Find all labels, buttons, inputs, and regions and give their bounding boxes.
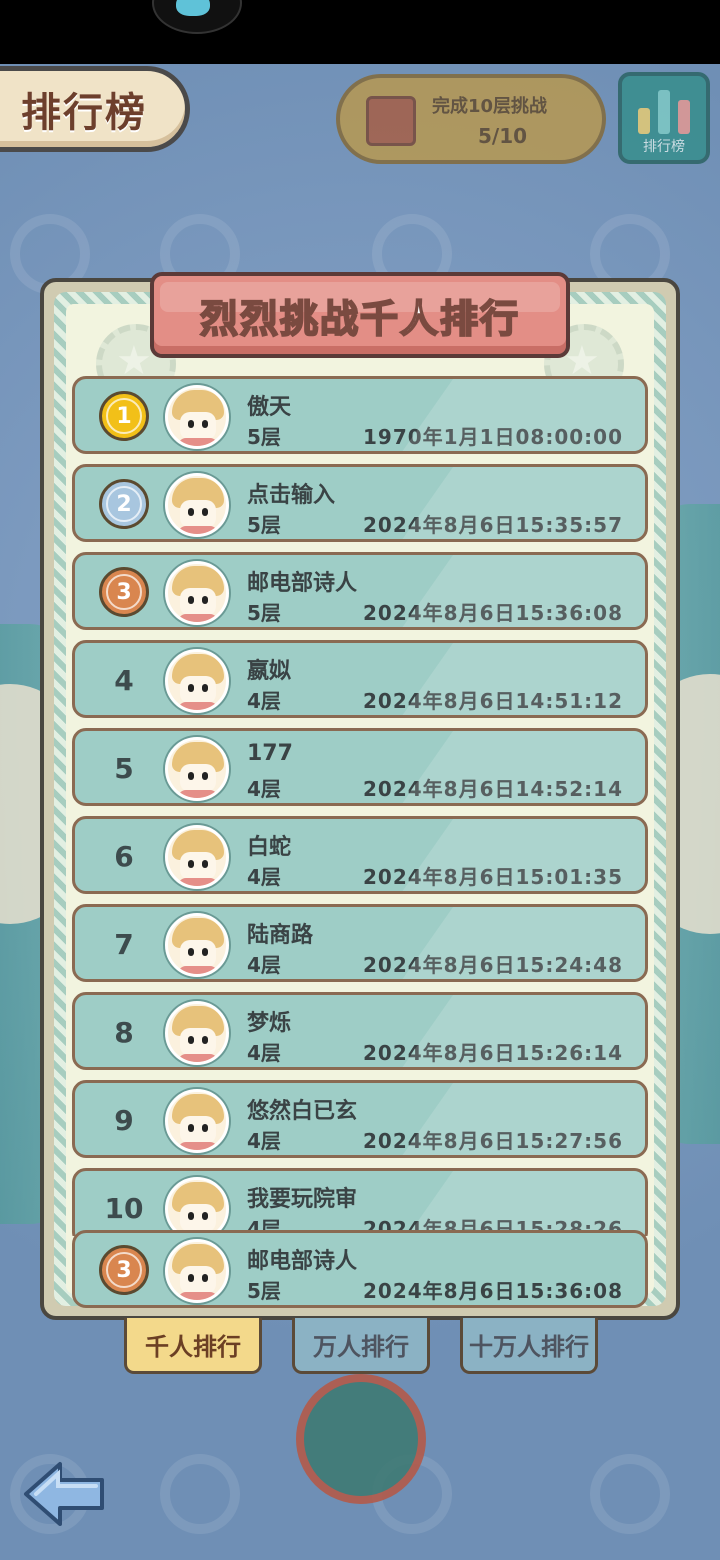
avatar-icon: [165, 1239, 229, 1303]
player-name: 傲天: [247, 395, 292, 420]
back-arrow-icon[interactable]: [22, 1458, 108, 1530]
player-time: 2024年8月6日15:36:08: [363, 1279, 623, 1303]
bronze-medal-icon: 3: [99, 567, 149, 617]
player-floor: 4层: [247, 689, 281, 713]
page-title-banner: 排行榜: [0, 66, 190, 152]
stats-label: 排行榜: [643, 139, 685, 155]
leaderboard-title-banner: 烈烈挑战千人排行: [150, 272, 570, 358]
avatar-icon: [165, 913, 229, 977]
rank-number: 5: [114, 752, 134, 785]
ranking-row: 1 傲天 5层 1970年1月1日08:00:00: [72, 376, 648, 454]
player-time: 1970年1月1日08:00:00: [363, 425, 623, 449]
tab-thousand[interactable]: 千人排行: [124, 1318, 262, 1374]
player-name: 嬴姒: [247, 659, 292, 684]
status-bar: [0, 0, 720, 64]
player-time: 2024年8月6日15:35:57: [363, 513, 623, 537]
player-name: 邮电部诗人: [247, 571, 358, 596]
gold-medal-icon: 1: [99, 391, 149, 441]
player-name: 梦烁: [247, 1011, 292, 1036]
ranking-row: 6 白蛇 4层 2024年8月6日15:01:35: [72, 816, 648, 894]
rank-number: 6: [114, 840, 134, 873]
avatar-icon: [165, 1001, 229, 1065]
my-rank-row: 3 邮电部诗人 5层 2024年8月6日15:36:08: [72, 1230, 648, 1308]
player-floor: 4层: [247, 1041, 281, 1065]
ranking-row: 10 我要玩院审 4层 2024年8月6日15:28:26: [72, 1168, 648, 1236]
player-floor: 4层: [247, 865, 281, 889]
player-floor: 4层: [247, 777, 281, 801]
player-name: 邮电部诗人: [247, 1249, 358, 1274]
ranking-row: 9 悠然白已玄 4层 2024年8月6日15:27:56: [72, 1080, 648, 1158]
player-name: 白蛇: [247, 835, 292, 860]
rank-number: 9: [114, 1104, 134, 1137]
player-time: 2024年8月6日15:01:35: [363, 865, 623, 889]
page-title: 排行榜: [21, 90, 147, 136]
rank-number: 7: [114, 928, 134, 961]
rank-number: 8: [114, 1016, 134, 1049]
avatar-icon: [165, 825, 229, 889]
player-time: 2024年8月6日14:51:12: [363, 689, 623, 713]
player-time: 2024年8月6日15:36:08: [363, 601, 623, 625]
gift-icon: [366, 96, 416, 146]
ranking-row: 7 陆商路 4层 2024年8月6日15:24:48: [72, 904, 648, 982]
avatar-icon: [165, 561, 229, 625]
ranking-row: 2 点击输入 5层 2024年8月6日15:35:57: [72, 464, 648, 542]
bronze-medal-icon: 3: [99, 1245, 149, 1295]
tab-hundred-thousand[interactable]: 十万人排行: [460, 1318, 598, 1374]
player-floor: 4层: [247, 1129, 281, 1153]
ranking-list[interactable]: 1 傲天 5层 1970年1月1日08:00:00 2 点击输入 5层 2024年8月6日15…: [72, 376, 648, 1236]
avatar-icon: [165, 473, 229, 537]
leaderboard-stats-button[interactable]: 排行榜: [618, 72, 710, 164]
player-name: 我要玩院审: [247, 1187, 358, 1212]
ranking-row: 4 嬴姒 4层 2024年8月6日14:51:12: [72, 640, 648, 718]
player-name: 点击输入: [247, 483, 336, 508]
leaderboard-title: 烈烈挑战千人排行: [199, 296, 520, 342]
player-floor: 5层: [247, 601, 281, 625]
player-time: 2024年8月6日15:24:48: [363, 953, 623, 977]
avatar-icon: [165, 385, 229, 449]
avatar-icon: [165, 1089, 229, 1153]
player-time: 2024年8月6日15:27:56: [363, 1129, 623, 1153]
player-floor: 5层: [247, 513, 281, 537]
player-time: 2024年8月6日14:52:14: [363, 777, 623, 801]
rank-number: 4: [114, 664, 134, 697]
ranking-row: 8 梦烁 4层 2024年8月6日15:26:14: [72, 992, 648, 1070]
task-progress: 5/10: [478, 124, 528, 148]
player-name: 陆商路: [247, 923, 314, 948]
avatar-icon: [165, 649, 229, 713]
camera-cutout: [152, 0, 242, 34]
tab-ten-thousand[interactable]: 万人排行: [292, 1318, 430, 1374]
task-label: 完成10层挑战: [432, 96, 548, 117]
bar-chart-icon: [638, 108, 650, 134]
player-floor: 5层: [247, 1279, 281, 1303]
avatar-icon: [165, 1177, 229, 1236]
ranking-row: 3 邮电部诗人 5层 2024年8月6日15:36:08: [72, 552, 648, 630]
avatar-icon: [165, 737, 229, 801]
player-name: 悠然白已玄: [247, 1099, 358, 1124]
player-floor: 5层: [247, 425, 281, 449]
player-time: 2024年8月6日15:26:14: [363, 1041, 623, 1065]
rank-number: 10: [104, 1192, 144, 1225]
player-floor: 4层: [247, 953, 281, 977]
player-name: 177: [247, 741, 293, 766]
ranking-row: 5 177 4层 2024年8月6日14:52:14: [72, 728, 648, 806]
task-progress-button[interactable]: 完成10层挑战 5/10: [336, 74, 606, 164]
silver-medal-icon: 2: [99, 479, 149, 529]
